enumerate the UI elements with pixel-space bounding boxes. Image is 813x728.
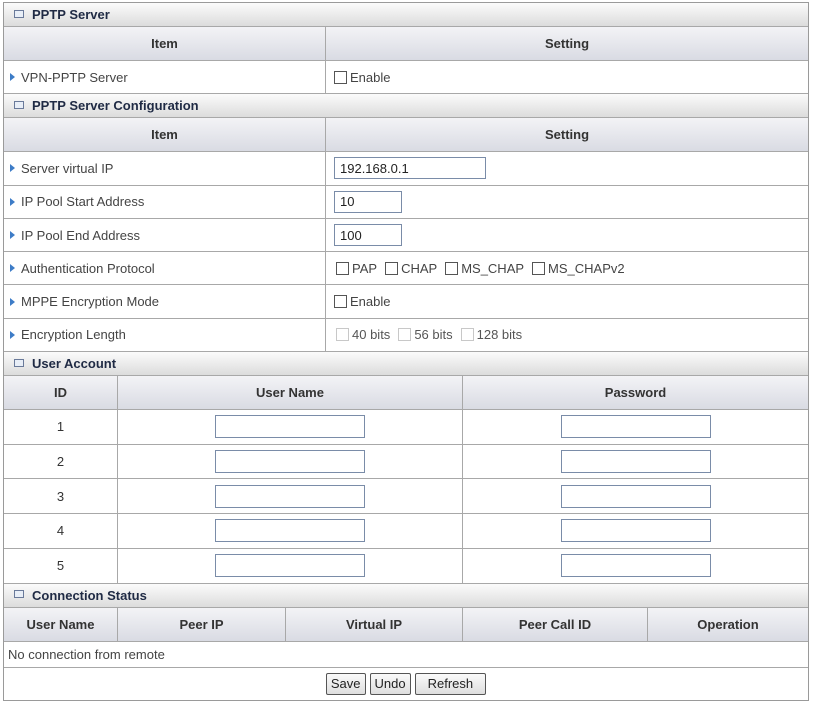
table-row: 1 (4, 410, 808, 445)
column-header-id: ID (4, 376, 118, 410)
user-name-input-3[interactable] (215, 484, 365, 508)
section-square-icon (14, 358, 24, 367)
user-name-input-1[interactable] (215, 415, 365, 439)
auth-pap-checkbox[interactable] (336, 261, 349, 275)
section-header-configuration: PPTP Server Configuration (4, 94, 808, 119)
bullet-arrow-icon (10, 330, 15, 339)
column-header-user-name: User Name (4, 607, 118, 641)
item-label: Authentication Protocol (21, 260, 155, 276)
section-header-user-account: User Account (4, 352, 808, 377)
checkbox-label: 128 bits (476, 327, 523, 343)
table-row: 5 (4, 548, 808, 584)
row-vpn-pptp-server: VPN-PPTP Server Enable (4, 61, 808, 95)
enc-40-bits-checkbox[interactable] (336, 328, 349, 342)
bullet-arrow-icon (10, 297, 15, 306)
checkbox-label: MS_CHAPv2 (548, 260, 625, 276)
column-header-operation: Operation (697, 616, 759, 632)
item-label: IP Pool Start Address (21, 194, 145, 210)
ip-pool-start-input[interactable] (334, 190, 402, 213)
refresh-button[interactable]: Refresh (414, 672, 487, 695)
table-header: User Name Peer IP Virtual IP Peer Call I… (4, 607, 808, 642)
item-label: Encryption Length (21, 327, 126, 343)
item-label: Server virtual IP (21, 160, 114, 176)
user-name-input-2[interactable] (215, 450, 365, 474)
column-header-user-name: User Name (118, 376, 463, 410)
server-virtual-ip-input[interactable] (334, 157, 486, 180)
column-header-item: Item (4, 27, 326, 60)
row-authentication-protocol: Authentication Protocol PAP CHAP MS_CHAP… (4, 252, 808, 286)
checkbox-label: Enable (350, 69, 391, 85)
item-label: VPN-PPTP Server (21, 69, 128, 85)
bullet-arrow-icon (10, 231, 15, 240)
row-server-virtual-ip: Server virtual IP (4, 152, 808, 186)
user-name-input-4[interactable] (215, 519, 365, 543)
password-input-2[interactable] (560, 450, 711, 474)
checkbox-label: PAP (352, 260, 378, 276)
action-buttons: Save Undo Refresh (4, 668, 808, 700)
connection-status-message: No connection from remote (8, 646, 165, 662)
table-header: Item Setting (4, 118, 808, 153)
password-input-1[interactable] (560, 415, 711, 439)
table-row: 3 (4, 479, 808, 515)
section-title: User Account (32, 356, 117, 372)
auth-ms-chapv2-checkbox[interactable] (532, 261, 546, 275)
pptp-settings-panel: PPTP Server Item Setting VPN-PPTP Server… (3, 2, 809, 701)
auth-ms-chap-checkbox[interactable] (445, 261, 459, 275)
column-header-password: Password (604, 385, 667, 401)
section-header-pptp-server: PPTP Server (4, 3, 808, 27)
user-name-input-5[interactable] (215, 554, 365, 578)
ip-pool-end-input[interactable] (334, 224, 402, 247)
bullet-arrow-icon (10, 264, 15, 273)
password-input-3[interactable] (560, 484, 711, 508)
item-label: MPPE Encryption Mode (21, 294, 160, 310)
checkbox-label: Enable (350, 294, 391, 310)
table-row: 2 (4, 444, 808, 480)
checkbox-label: 40 bits (352, 327, 391, 343)
vpn-enable-checkbox[interactable] (334, 70, 347, 84)
user-id: 5 (4, 548, 118, 583)
enc-128-bits-checkbox[interactable] (460, 328, 474, 342)
row-encryption-length: Encryption Length 40 bits 56 bits 128 bi… (4, 318, 808, 353)
undo-button[interactable]: Undo (369, 672, 411, 695)
section-title: Connection Status (32, 587, 147, 603)
user-id: 1 (4, 410, 118, 444)
bullet-arrow-icon (10, 197, 15, 206)
section-square-icon (14, 9, 24, 18)
connection-status-message-row: No connection from remote (4, 642, 808, 668)
table-header: Item Setting (4, 27, 808, 61)
column-header-item: Item (4, 118, 326, 152)
section-square-icon (14, 100, 24, 109)
mppe-enable-checkbox[interactable] (334, 295, 347, 309)
section-title: PPTP Server (32, 7, 110, 22)
column-header-setting: Setting (544, 36, 590, 51)
bullet-arrow-icon (10, 73, 15, 82)
row-mppe-encryption-mode: MPPE Encryption Mode Enable (4, 285, 808, 319)
checkbox-label: CHAP (401, 260, 438, 276)
column-header-setting: Setting (544, 127, 590, 143)
column-header-virtual-ip: Virtual IP (286, 607, 463, 641)
row-ip-pool-end: IP Pool End Address (4, 218, 808, 253)
section-square-icon (14, 590, 24, 599)
save-button[interactable]: Save (325, 672, 366, 695)
item-label: IP Pool End Address (21, 227, 141, 243)
bullet-arrow-icon (10, 164, 15, 173)
user-id: 2 (4, 444, 118, 479)
user-id: 3 (4, 479, 118, 514)
password-input-4[interactable] (560, 519, 711, 543)
row-ip-pool-start: IP Pool Start Address (4, 185, 808, 219)
section-header-connection-status: Connection Status (4, 583, 808, 608)
checkbox-label: 56 bits (414, 327, 453, 343)
column-header-peer-call-id: Peer Call ID (463, 607, 648, 641)
enc-56-bits-checkbox[interactable] (398, 328, 412, 342)
section-title: PPTP Server Configuration (32, 98, 199, 114)
checkbox-label: MS_CHAP (461, 260, 525, 276)
table-header: ID User Name Password (4, 376, 808, 411)
auth-chap-checkbox[interactable] (385, 261, 399, 275)
column-header-peer-ip: Peer IP (118, 607, 286, 641)
table-row: 4 (4, 514, 808, 549)
user-id: 4 (4, 514, 118, 548)
password-input-5[interactable] (560, 554, 711, 578)
